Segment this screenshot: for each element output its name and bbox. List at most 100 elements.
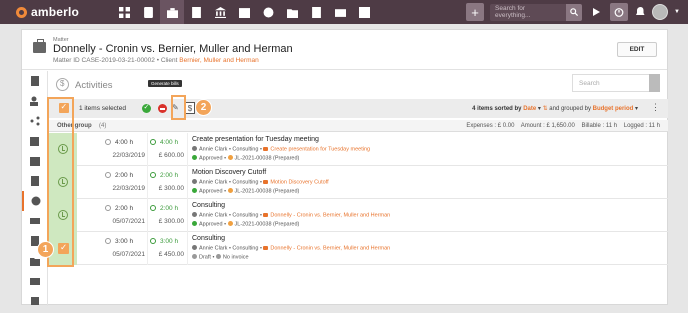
app-logo[interactable]: amberlo: [16, 5, 100, 19]
more-options-icon[interactable]: ⋮: [651, 103, 660, 112]
invoice-text[interactable]: JL-2021-00038 (Prepared): [235, 222, 300, 228]
activity-title[interactable]: Consulting: [192, 202, 225, 209]
user-avatar[interactable]: [652, 4, 669, 20]
chart-icon[interactable]: [352, 0, 376, 24]
activity-link[interactable]: Create presentation for Tuesday meeting: [270, 147, 370, 153]
matter-header: Matter Donnelly - Cronin vs. Bernier, Mu…: [22, 30, 667, 70]
search-icon[interactable]: [649, 74, 660, 92]
checkbox-column-highlight: [47, 97, 74, 267]
activity-row[interactable]: 2:00 h 22/03/2019 2:00 h £ 300.00 Motion…: [49, 166, 668, 199]
sort-field-dropdown[interactable]: Date: [523, 106, 536, 112]
generate-bills-icon[interactable]: $: [185, 102, 195, 114]
chevron-down-icon[interactable]: ▼: [674, 9, 680, 15]
billed-time-value: 4:00 h: [160, 139, 179, 146]
activities-search-input[interactable]: Search: [572, 74, 660, 92]
activity-title[interactable]: Consulting: [192, 235, 225, 242]
activities-title: Activities: [75, 80, 113, 91]
share-icon[interactable]: [22, 111, 48, 131]
contacts-icon[interactable]: [136, 0, 160, 24]
activity-title[interactable]: Motion Discovery Cutoff: [192, 169, 266, 176]
activity-row[interactable]: 3:00 h 05/07/2021 3:00 h £ 450.00 Consul…: [49, 232, 668, 265]
client-link[interactable]: Bernier, Muller and Herman: [179, 57, 258, 64]
dashboard-icon[interactable]: [112, 0, 136, 24]
global-search-input[interactable]: Search for everything...: [490, 3, 567, 21]
mail-icon[interactable]: [328, 0, 352, 24]
invoices-icon[interactable]: [184, 0, 208, 24]
billed-cell: [147, 133, 188, 166]
activity-link[interactable]: Motion Discovery Cutoff: [270, 180, 328, 186]
selected-count: 1 items selected: [79, 105, 126, 112]
activity-date: 05/07/2021: [112, 251, 145, 258]
invoice-text[interactable]: JL-2021-00038 (Prepared): [235, 156, 300, 162]
group-header[interactable]: Other group (4) Expenses : £ 0.00 Amount…: [49, 120, 668, 132]
logged-time: 3:00 h: [105, 238, 145, 245]
activity-title[interactable]: Create presentation for Tuesday meeting: [192, 136, 319, 143]
tasks-icon[interactable]: [22, 131, 48, 151]
bulk-action-toolbar: 1 items selected ✎ $ 4 items sorted by D…: [49, 99, 668, 118]
overview-icon[interactable]: [22, 71, 48, 91]
step-badge-1: 1: [37, 241, 54, 258]
folder-icon[interactable]: [280, 0, 304, 24]
video-icon[interactable]: [304, 0, 328, 24]
billed-time: 3:00 h: [150, 238, 178, 245]
activity-link[interactable]: Donnelly - Cronin vs. Bernier, Muller an…: [270, 213, 390, 219]
activity-link[interactable]: Donnelly - Cronin vs. Bernier, Muller an…: [270, 246, 390, 252]
activity-status: Approved • JL-2021-00038 (Prepared): [192, 221, 299, 228]
activity-amount: £ 300.00: [158, 218, 184, 225]
billed-time: 2:00 h: [150, 172, 178, 179]
people-icon[interactable]: [22, 91, 48, 111]
task-icon: [263, 147, 269, 151]
status-text: Approved: [199, 188, 223, 195]
time-icon[interactable]: [256, 0, 280, 24]
activity-category: Consulting: [232, 179, 259, 186]
edit-button[interactable]: EDIT: [617, 42, 657, 57]
invoice-text[interactable]: JL-2021-00038 (Prepared): [235, 189, 300, 195]
expenses-icon[interactable]: [22, 211, 48, 231]
timer-icon[interactable]: [610, 3, 629, 21]
billed-time: 2:00 h: [150, 205, 178, 212]
activities-icon[interactable]: [22, 191, 48, 211]
settings-icon[interactable]: [22, 291, 48, 311]
approve-icon[interactable]: [142, 103, 151, 113]
documents-icon[interactable]: [22, 171, 48, 191]
module-nav: [112, 0, 376, 24]
sort-prefix: 4 items sorted by: [472, 106, 522, 112]
status-text: Approved: [199, 221, 223, 228]
chevron-down-icon[interactable]: ▾: [538, 106, 541, 112]
notification-bell-icon[interactable]: [634, 5, 646, 19]
briefcase-icon: [263, 213, 269, 217]
logged-time-value: 2:00 h: [115, 172, 134, 179]
add-button[interactable]: +: [466, 3, 485, 21]
mail-icon[interactable]: [22, 271, 48, 291]
play-icon[interactable]: [588, 4, 604, 21]
invoice-icon: [227, 221, 233, 226]
activity-amount: £ 300.00: [158, 185, 184, 192]
no-invoice-icon: [215, 254, 221, 259]
activities-header: Activities Search: [49, 71, 668, 97]
activity-category: Consulting: [232, 212, 259, 219]
activities-panel: Activities Search 1 items selected ✎ $ 4…: [49, 71, 668, 306]
sort-direction-icon[interactable]: ⇅: [543, 106, 548, 112]
chevron-down-icon[interactable]: ▾: [635, 106, 638, 112]
billed-time-value: 2:00 h: [160, 172, 179, 179]
group-field-dropdown[interactable]: Budget period: [593, 106, 634, 112]
approved-icon: [192, 221, 197, 226]
calendar-icon[interactable]: [22, 151, 48, 171]
reject-icon[interactable]: [158, 104, 167, 113]
activity-row[interactable]: 2:00 h 05/07/2021 2:00 h £ 300.00 Consul…: [49, 199, 668, 232]
matters-icon[interactable]: [160, 0, 184, 24]
bank-icon[interactable]: [208, 0, 232, 24]
calendar-icon[interactable]: [232, 0, 256, 24]
user-icon: [192, 146, 197, 151]
client-label: Client: [160, 57, 178, 64]
generate-bills-highlight: [171, 95, 186, 120]
activity-category: Consulting: [232, 245, 259, 252]
search-icon[interactable]: [566, 3, 583, 21]
user-icon: [192, 245, 197, 250]
activity-row[interactable]: 4:00 h 22/03/2019 4:00 h £ 600.00 Create…: [49, 133, 668, 166]
logged-time: 2:00 h: [105, 172, 145, 179]
group-prefix: and grouped by: [549, 106, 591, 112]
activity-user: Annie Clark: [199, 179, 228, 186]
clock-icon: [105, 205, 111, 211]
clock-icon: [105, 238, 111, 244]
